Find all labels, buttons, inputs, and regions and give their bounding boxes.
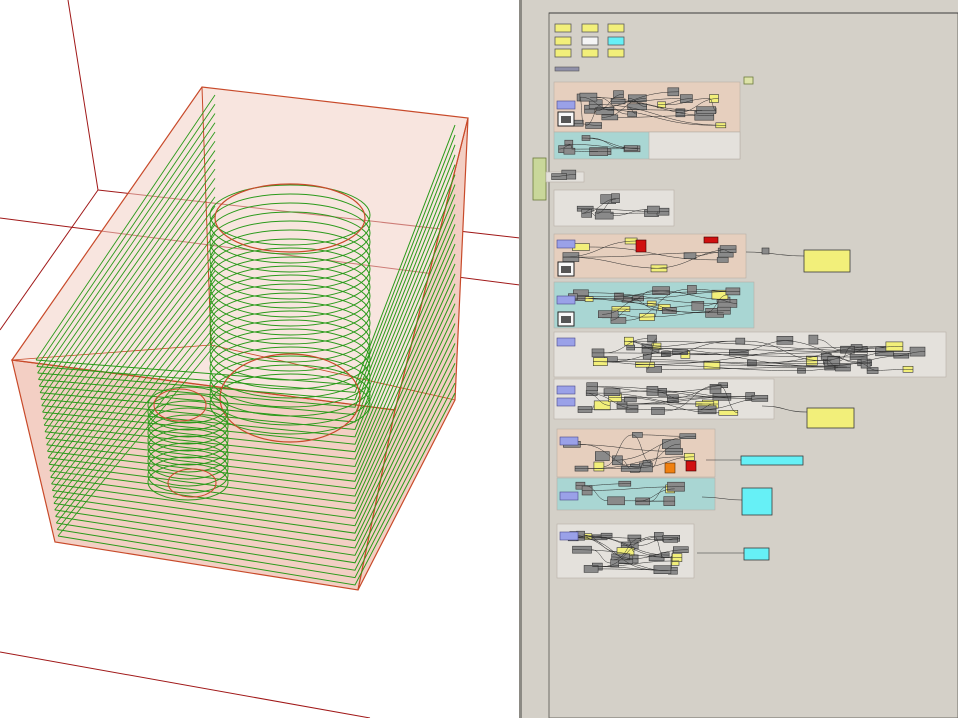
output-panel-cyan-1[interactable] [740, 455, 804, 466]
axis-line [67, 0, 99, 191]
rhino-3d-viewport[interactable] [0, 0, 520, 718]
component[interactable] [716, 257, 729, 263]
component[interactable] [651, 407, 665, 415]
side-cluster[interactable] [532, 157, 547, 201]
error-component[interactable] [685, 460, 697, 472]
param-input[interactable] [556, 385, 576, 395]
output-panel-yellow-1[interactable] [803, 249, 851, 273]
param-swatch[interactable] [607, 23, 625, 33]
param-swatch[interactable] [554, 23, 572, 33]
axis-line [0, 651, 371, 718]
param-input[interactable] [556, 295, 576, 305]
param-input[interactable] [559, 491, 579, 501]
preview-icon-screen [561, 266, 571, 273]
component[interactable] [610, 316, 627, 324]
viewport-scene [0, 0, 520, 718]
component[interactable] [718, 409, 739, 416]
component[interactable] [808, 334, 819, 345]
param-input[interactable] [556, 397, 576, 407]
grasshopper-canvas[interactable] [522, 0, 958, 718]
param-input[interactable] [556, 337, 576, 347]
output-panel-cyan-3[interactable] [743, 547, 770, 561]
group-grey-1[interactable] [648, 131, 741, 160]
error-component[interactable] [635, 239, 647, 253]
component[interactable] [593, 461, 605, 472]
component[interactable] [646, 386, 659, 396]
component[interactable] [603, 388, 621, 397]
param-swatch[interactable] [607, 48, 625, 58]
definition-graph [532, 12, 958, 718]
box-top-face [10, 86, 469, 411]
component[interactable] [584, 296, 594, 302]
component[interactable] [620, 465, 641, 472]
param-swatch[interactable] [554, 36, 572, 46]
param-swatch[interactable] [581, 23, 599, 33]
preview-icon-screen [561, 316, 571, 323]
param-input[interactable] [559, 531, 579, 541]
component[interactable] [607, 496, 625, 506]
component[interactable] [735, 337, 746, 345]
param-input[interactable] [556, 239, 576, 249]
param-input[interactable] [556, 100, 576, 110]
param-swatch[interactable] [581, 36, 599, 46]
param-input[interactable] [559, 436, 579, 446]
component[interactable] [761, 247, 770, 255]
output-panel-cyan-2[interactable] [741, 487, 773, 516]
param-swatch[interactable] [607, 36, 625, 46]
component[interactable] [696, 106, 716, 114]
param-swatch[interactable] [554, 48, 572, 58]
error-component[interactable] [703, 236, 719, 244]
component[interactable] [595, 451, 610, 461]
output-panel-yellow-2[interactable] [806, 407, 855, 429]
param-slider[interactable] [554, 66, 580, 72]
preview-icon-screen [561, 116, 571, 123]
component[interactable] [632, 432, 643, 438]
note-chip[interactable] [743, 76, 754, 85]
warning-component[interactable] [664, 462, 676, 474]
component[interactable] [683, 252, 697, 259]
param-swatch[interactable] [581, 48, 599, 58]
